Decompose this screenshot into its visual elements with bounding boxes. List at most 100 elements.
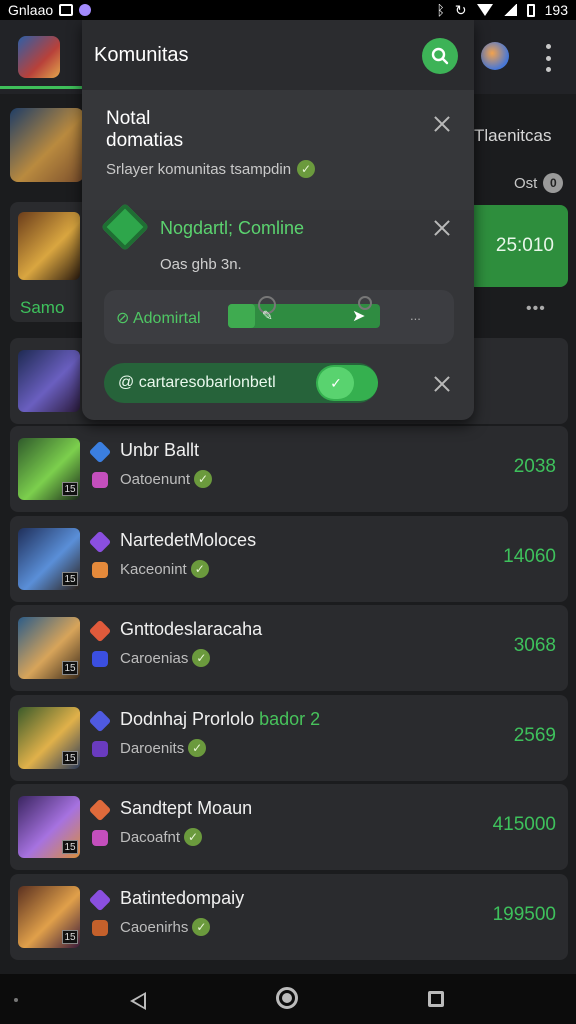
home-icon[interactable] (276, 987, 298, 1009)
admin-label: ⊘ Adomirtal (116, 308, 201, 328)
at-icon: @ (118, 374, 139, 391)
member-subtitle-text: Oatoenunt (120, 470, 191, 488)
verified-icon: ✓ (190, 560, 209, 578)
community-chip[interactable]: @ cartaresobarlonbetl ✓ (104, 363, 378, 403)
close-notification-icon[interactable] (432, 114, 452, 134)
admin-row[interactable]: ⊘ Adomirtal ✎ ➤ ... (104, 290, 454, 344)
green-gem-icon (100, 202, 150, 252)
toggle-check-icon: ✓ (318, 367, 354, 399)
more-dots-icon[interactable]: ••• (526, 300, 546, 318)
admin-progress-bar[interactable]: ✎ ➤ (228, 296, 380, 328)
notification-subtitle-text: Srlayer komunitas tsampdin (106, 160, 292, 178)
status-left: Gnlaao (8, 2, 92, 18)
list-item[interactable]: 15 Unbr Ballt Oatoenunt ✓ 2038 (10, 426, 568, 512)
heart-icon (92, 651, 108, 667)
rank-gem-icon (88, 530, 112, 554)
system-nav-bar (0, 974, 576, 1024)
member-score: 14060 (503, 546, 556, 567)
level-badge: 15 (62, 482, 78, 496)
member-name-text: Batintedompaiy (120, 888, 245, 908)
chip-toggle[interactable]: ✓ (316, 365, 378, 401)
notification-section: Notal domatias Srlayer komunitas tsampdi… (82, 90, 474, 210)
verified-icon: ✓ (194, 470, 213, 488)
member-subtitle-text: Caroenias (120, 649, 189, 667)
nav-dot-icon (14, 998, 18, 1002)
rank-gem-icon (88, 619, 112, 643)
rank-gem-icon (88, 798, 112, 822)
level-badge: 15 (62, 661, 78, 675)
more-options-icon[interactable] (538, 44, 558, 72)
member-subtitle-text: Kaceonint (120, 560, 187, 578)
battery-icon (526, 3, 535, 17)
member-score: 2569 (513, 725, 556, 746)
level-badge: 15 (62, 751, 78, 765)
notification-title: Notal domatias (106, 108, 184, 151)
member-name: Gnttodeslaracaha (120, 619, 262, 640)
rank-gem-icon (88, 888, 112, 912)
member-score: 199500 (492, 904, 556, 925)
member-name: Unbr Ballt (120, 440, 199, 461)
bluetooth-icon: ᛒ (436, 2, 445, 18)
notification-subtitle: Srlayer komunitas tsampdin ✓ (106, 160, 316, 178)
member-subtitle: Caroenias ✓ (120, 649, 211, 667)
sync-icon: ↻ (454, 1, 467, 18)
featured-card[interactable]: Samo (10, 202, 90, 322)
list-item[interactable]: 15 Sandtept Moaun Dacoafnt ✓ 415000 (10, 784, 568, 870)
member-score: 415000 (492, 814, 556, 835)
level-badge: 15 (62, 572, 78, 586)
invite-subtitle: Oas ghb 3n. (160, 256, 242, 273)
member-name: NartedetMoloces (120, 530, 256, 551)
admin-progress-fill (228, 304, 256, 328)
heart-icon (92, 472, 108, 488)
heart-icon (92, 562, 108, 578)
highlight-value-card[interactable]: 25:010 (474, 205, 568, 287)
verified-icon: ✓ (192, 649, 211, 667)
recent-apps-icon[interactable] (428, 991, 444, 1007)
member-name: Batintedompaiy (120, 888, 244, 909)
filter-label: Ost (514, 174, 538, 192)
list-item[interactable]: 15 NartedetMoloces Kaceonint ✓ 14060 (10, 516, 568, 602)
app-notification-icon (79, 4, 92, 16)
member-subtitle-text: Caoenirhs (120, 918, 189, 936)
edit-icon: ✎ (262, 308, 273, 323)
heart-icon (92, 920, 108, 936)
level-badge: 15 (62, 930, 78, 944)
close-invite-icon[interactable] (432, 218, 452, 238)
chip-label: @ cartaresobarlonbetl (118, 374, 276, 392)
profile-avatar[interactable] (481, 42, 509, 70)
featured-hero-thumb[interactable] (10, 108, 84, 182)
gallery-icon (59, 4, 74, 16)
featured-card-thumb (18, 212, 80, 280)
wifi-icon (476, 4, 493, 16)
admin-icon: ⊘ (116, 310, 133, 327)
search-button[interactable] (422, 38, 458, 74)
member-subtitle: Kaceonint ✓ (120, 560, 209, 578)
member-name-text: Dodnhaj Prorlolo (120, 709, 255, 729)
member-name-text: NartedetMoloces (120, 530, 257, 550)
chip-label-text: cartaresobarlonbetl (138, 374, 276, 391)
member-score: 3068 (513, 635, 556, 656)
status-right: ᛒ ↻ 193 (437, 2, 569, 19)
back-icon[interactable] (130, 992, 146, 1010)
list-item[interactable]: 15 Batintedompaiy Caoenirhs ✓ 199500 (10, 874, 568, 960)
panel-header: Komunitas (82, 20, 474, 90)
list-item[interactable]: 15 Gnttodeslaracaha Caroenias ✓ 3068 (10, 605, 568, 691)
app-avatar[interactable] (18, 36, 60, 78)
member-subtitle: Dacoafnt ✓ (120, 828, 203, 846)
panel-title: Komunitas (94, 44, 189, 66)
invite-title[interactable]: Nogdartl; Comline (160, 218, 304, 239)
member-name-text: Gnttodeslaracaha (120, 619, 263, 639)
member-name-text: Sandtept Moaun (120, 798, 253, 818)
close-chip-icon[interactable] (432, 374, 452, 394)
rank-gem-icon (88, 709, 112, 733)
verified-icon: ✓ (297, 160, 316, 178)
list-item[interactable]: 15 Dodnhaj Prorlolo bador 2 Daroenits ✓ 2569 (10, 695, 568, 781)
right-column-filter[interactable]: Ost 0 (514, 173, 564, 193)
highlight-value: 25:010 (495, 235, 554, 256)
verified-icon: ✓ (184, 828, 203, 846)
send-icon[interactable]: ➤ (352, 306, 365, 326)
member-subtitle: Daroenits ✓ (120, 739, 207, 757)
search-icon (431, 47, 449, 65)
signal-icon (502, 4, 517, 16)
admin-ellipsis[interactable]: ... (410, 308, 421, 323)
